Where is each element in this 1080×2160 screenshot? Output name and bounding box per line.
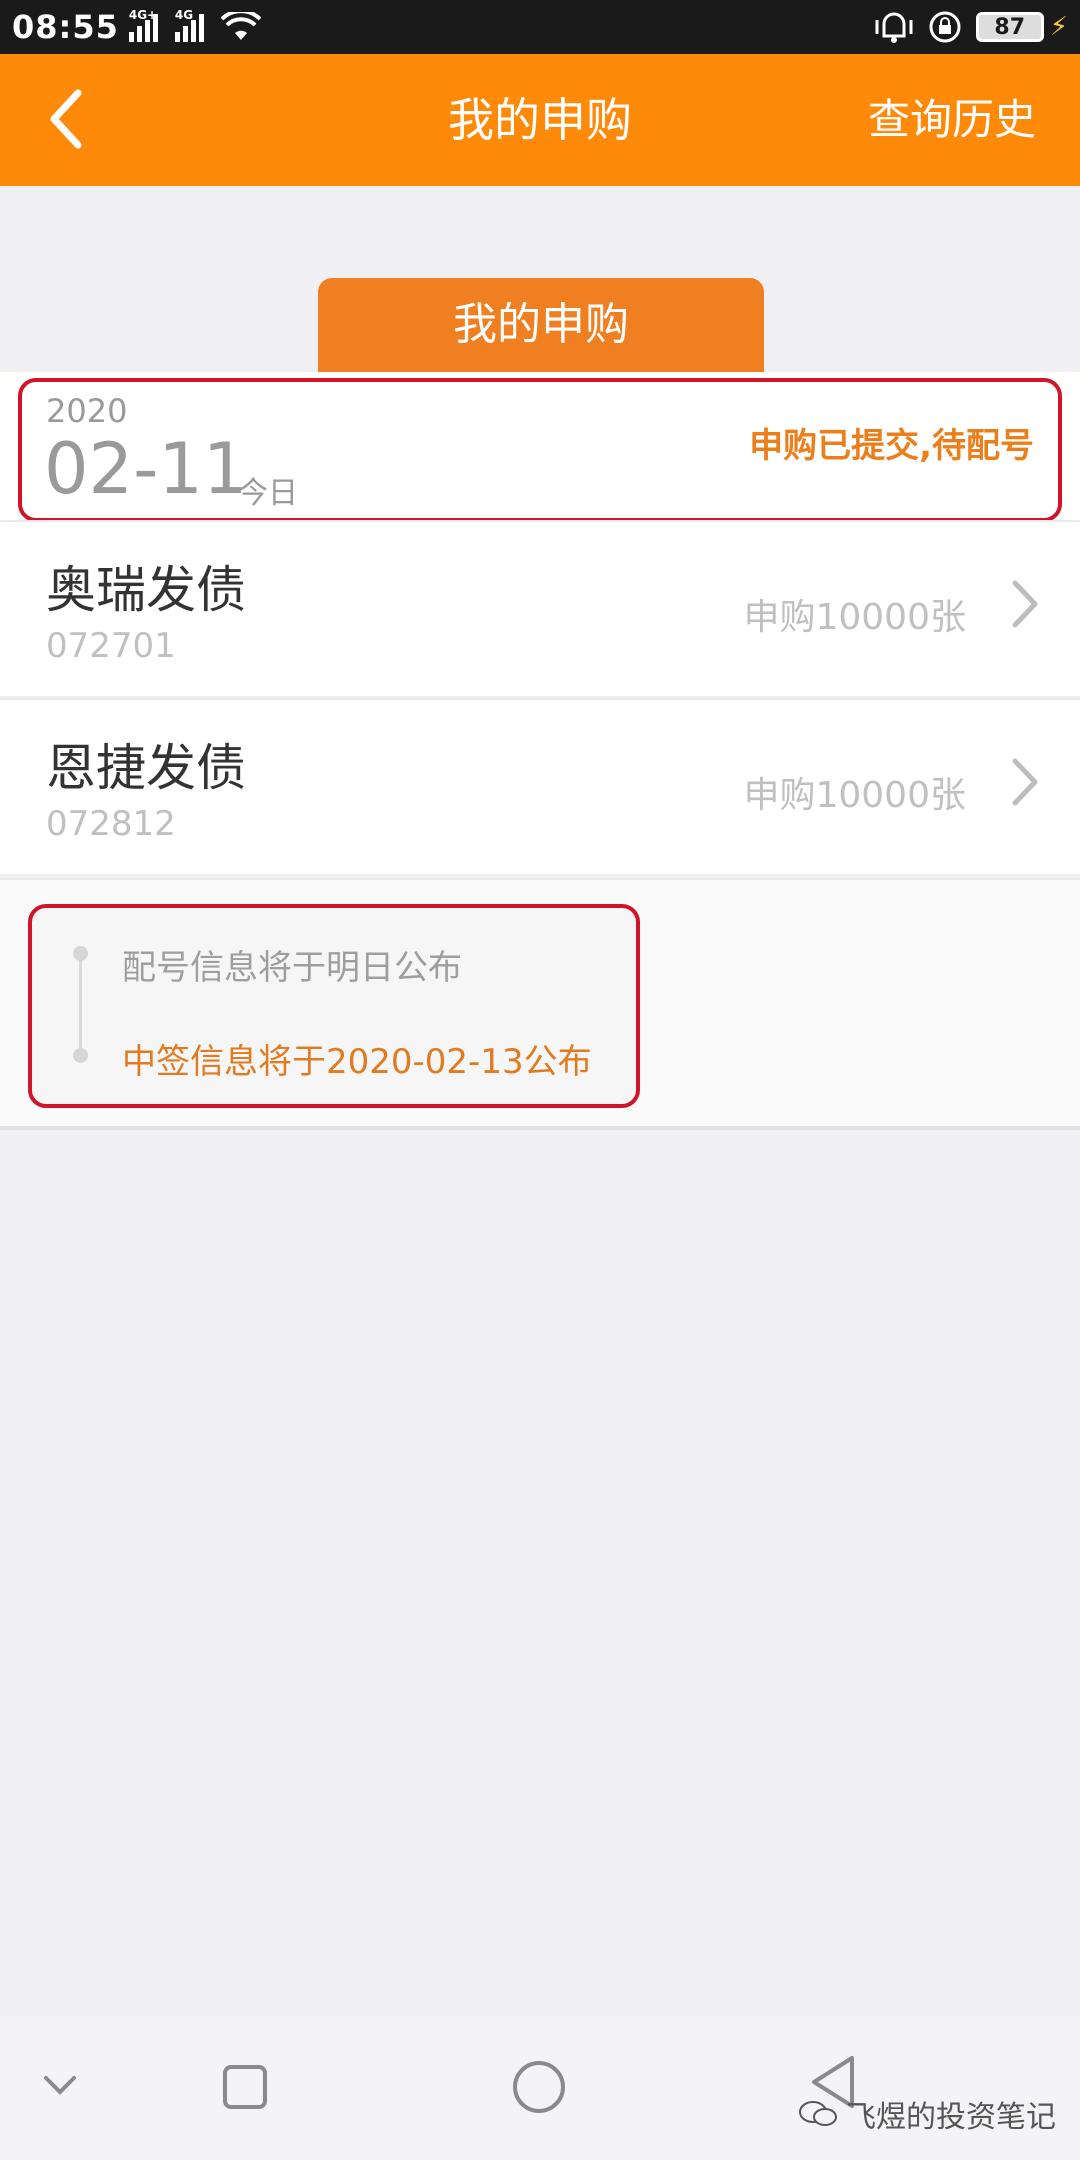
charging-icon: ⚡: [1049, 12, 1068, 42]
timeline-dot: [73, 1048, 88, 1063]
highlight-box: [18, 378, 1062, 522]
battery-icon: 87: [975, 12, 1044, 42]
home-button[interactable]: [512, 2060, 566, 2114]
bond-name: 恩捷发债: [46, 739, 246, 797]
bond-code: 072701: [46, 626, 176, 666]
wechat-icon: [799, 2101, 837, 2126]
app-header: 我的申购 查询历史: [0, 54, 1080, 186]
signal-icon: 4G: [174, 8, 211, 42]
watermark: 飞煜的投资笔记: [798, 2092, 1056, 2136]
watermark-text: 飞煜的投资笔记: [846, 2100, 1056, 2135]
chevron-down-icon[interactable]: [42, 2074, 78, 2098]
list-item[interactable]: 恩捷发债 072812 申购10000张: [0, 698, 1080, 874]
chevron-right-icon: [1012, 758, 1038, 806]
chevron-right-icon: [1012, 580, 1038, 628]
signal-tag: 4G+: [128, 8, 158, 22]
lottery-info: 中签信息将于2020-02-13公布: [122, 1042, 592, 1082]
list-item[interactable]: 奥瑞发债 072701 申购10000张: [0, 520, 1080, 696]
tab-my-subscription[interactable]: 我的申购: [318, 278, 764, 372]
signal-tag: 4G: [174, 8, 194, 22]
lock-rotation-icon: [929, 11, 961, 43]
status-bar: 08:55 4G+ 4G 87 ⚡: [0, 0, 1080, 54]
signal-icon: 4G+: [128, 8, 165, 42]
bond-name: 奥瑞发债: [46, 561, 246, 619]
battery-level: 87: [994, 14, 1026, 40]
system-nav-bar: [0, 2016, 1080, 2160]
query-history-button[interactable]: 查询历史: [868, 54, 1036, 186]
bond-amount: 申购10000张: [743, 597, 966, 638]
wifi-icon: [220, 12, 261, 40]
timeline-dot: [73, 946, 88, 961]
bond-amount: 申购10000张: [743, 775, 966, 816]
vibrate-icon: [875, 12, 913, 43]
bond-code: 072812: [46, 804, 176, 844]
recent-apps-button[interactable]: [222, 2064, 268, 2110]
allotment-info: 配号信息将于明日公布: [122, 948, 462, 988]
timeline-line: [79, 955, 82, 1055]
status-time: 08:55: [12, 8, 119, 46]
